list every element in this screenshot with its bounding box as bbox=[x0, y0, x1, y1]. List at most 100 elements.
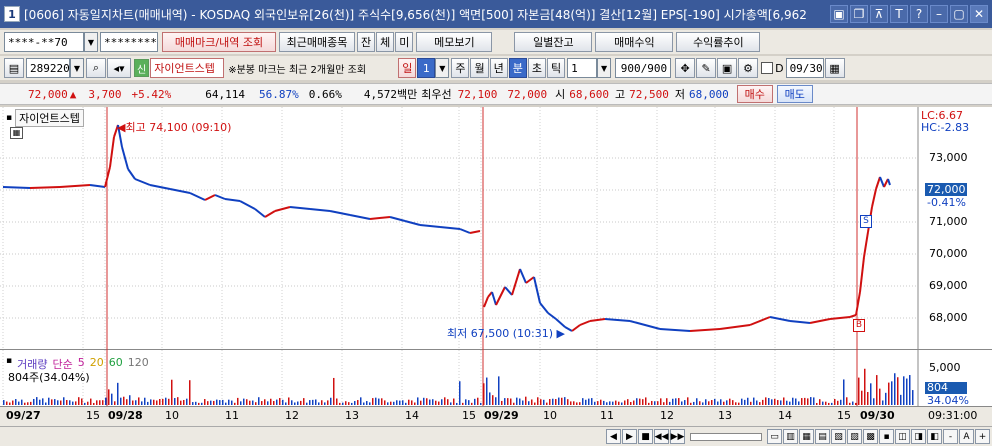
daily-balance-button[interactable]: 일별잔고 bbox=[514, 32, 593, 52]
return-trend-button[interactable]: 수익률추이 bbox=[676, 32, 761, 52]
minimize-icon[interactable]: – bbox=[930, 5, 948, 23]
filled-button[interactable]: 체 bbox=[376, 32, 395, 52]
balance-button[interactable]: 잔 bbox=[357, 32, 376, 52]
rewind-icon[interactable]: ◀◀ bbox=[654, 429, 669, 444]
volume-bar bbox=[543, 399, 545, 405]
period-minute-button[interactable]: 분 bbox=[508, 58, 527, 78]
text-icon[interactable]: T bbox=[890, 5, 908, 23]
forward-icon[interactable]: ▶▶ bbox=[670, 429, 685, 444]
view-3-icon[interactable]: ▦ bbox=[799, 429, 814, 444]
date-input[interactable]: 09/30 bbox=[785, 58, 824, 78]
account-input[interactable]: ****-**70 bbox=[4, 32, 84, 52]
draw-icon[interactable]: ✎ bbox=[696, 58, 717, 78]
volume-bar bbox=[519, 398, 521, 405]
unfilled-button[interactable]: 미 bbox=[395, 32, 414, 52]
period-number[interactable]: 1 bbox=[417, 58, 436, 78]
buy-button[interactable]: 매수 bbox=[736, 85, 773, 103]
view-5-icon[interactable]: ▧ bbox=[831, 429, 846, 444]
volume-bar bbox=[429, 399, 431, 405]
volume-bar bbox=[540, 399, 542, 405]
volume: 64,114 bbox=[205, 87, 245, 101]
scroll-track[interactable] bbox=[690, 432, 762, 441]
volume-bar bbox=[555, 399, 557, 405]
password-input[interactable]: ******** bbox=[100, 32, 158, 52]
sound-icon[interactable]: ◂▾ bbox=[107, 58, 131, 78]
settings-icon[interactable]: ⚙ bbox=[738, 58, 759, 78]
view-9-icon[interactable]: ◫ bbox=[895, 429, 910, 444]
screen-icon[interactable]: ▣ bbox=[830, 5, 848, 23]
stock-name[interactable]: 자이언트스텝 bbox=[150, 58, 225, 78]
prev-fast-icon[interactable]: ◀ bbox=[606, 429, 621, 444]
x-axis-label: 15 bbox=[837, 409, 851, 422]
volume-bar bbox=[237, 397, 239, 405]
high-price: 72,500 bbox=[629, 87, 669, 101]
view-11-icon[interactable]: ◧ bbox=[927, 429, 942, 444]
close-icon[interactable]: ✕ bbox=[970, 5, 988, 23]
help-icon[interactable]: ? bbox=[910, 5, 928, 23]
period-month-button[interactable]: 월 bbox=[470, 58, 489, 78]
view-2-icon[interactable]: ▥ bbox=[783, 429, 798, 444]
volume-bar bbox=[483, 383, 485, 405]
view-1-icon[interactable]: ▭ bbox=[767, 429, 782, 444]
vol-ma120: 120 bbox=[127, 356, 149, 369]
vol-current-pct: 34.04% bbox=[927, 394, 969, 407]
volume-bar bbox=[717, 401, 719, 405]
chart-area[interactable]: ▪ 자이언트스텝 ▦ ◀최고 74,100 (09:10) 최저 67,500 … bbox=[0, 107, 992, 426]
period-week-button[interactable]: 주 bbox=[451, 58, 470, 78]
volume-bar bbox=[156, 400, 158, 405]
legend-stock-name[interactable]: 자이언트스텝 bbox=[15, 109, 84, 127]
count-input[interactable]: 900/900 bbox=[615, 58, 672, 78]
low-price: 68,000 bbox=[688, 87, 729, 101]
font-size-button[interactable]: A bbox=[959, 429, 974, 444]
interval-dropdown[interactable]: ▼ bbox=[597, 58, 612, 78]
grid-toggle-icon[interactable]: ▦ bbox=[10, 127, 23, 139]
sell-marker[interactable]: S bbox=[860, 215, 872, 228]
maximize-icon[interactable]: ▢ bbox=[950, 5, 968, 23]
zoom-in-button[interactable]: + bbox=[975, 429, 990, 444]
interval-input[interactable]: 1 bbox=[567, 58, 598, 78]
period-day-button[interactable]: 일 bbox=[398, 58, 417, 78]
volume-bar bbox=[216, 399, 218, 405]
price-chart-svg[interactable] bbox=[0, 107, 992, 426]
volume-bar bbox=[345, 401, 347, 405]
memo-button[interactable]: 메모보기 bbox=[416, 32, 493, 52]
view-8-icon[interactable]: ▪ bbox=[879, 429, 894, 444]
recent-trades-button[interactable]: 최근매매종목 bbox=[279, 32, 355, 52]
period-tick-button[interactable]: 틱 bbox=[546, 58, 566, 78]
volume-bar bbox=[633, 400, 635, 405]
sell-button[interactable]: 매도 bbox=[776, 85, 813, 103]
zoom-out-button[interactable]: - bbox=[943, 429, 958, 444]
trade-mark-button[interactable]: 매매마크/내역 조회 bbox=[162, 32, 276, 52]
buy-marker[interactable]: B bbox=[853, 319, 865, 332]
period-year-button[interactable]: 년 bbox=[489, 58, 508, 78]
copy-icon[interactable]: ❐ bbox=[850, 5, 868, 23]
stop-icon[interactable]: ■ bbox=[638, 429, 653, 444]
period-dropdown[interactable]: ▼ bbox=[435, 58, 450, 78]
volume-bar bbox=[657, 401, 659, 405]
volume-bar bbox=[807, 398, 809, 405]
save-icon[interactable]: ▣ bbox=[717, 58, 738, 78]
view-4-icon[interactable]: ▤ bbox=[815, 429, 830, 444]
view-7-icon[interactable]: ▩ bbox=[863, 429, 878, 444]
chart-menu-icon[interactable]: ▤ bbox=[4, 58, 24, 78]
volume-bar bbox=[606, 402, 608, 405]
search-icon[interactable]: ⌕ bbox=[86, 58, 106, 78]
tools-icon[interactable]: ✥ bbox=[675, 58, 696, 78]
volume-bar bbox=[735, 402, 737, 405]
volume-bar bbox=[66, 400, 68, 405]
volume-bar bbox=[327, 400, 329, 405]
volume-bar bbox=[201, 402, 203, 405]
trade-profit-button[interactable]: 매매수익 bbox=[595, 32, 674, 52]
period-second-button[interactable]: 초 bbox=[527, 58, 546, 78]
code-dropdown[interactable]: ▼ bbox=[70, 58, 84, 78]
volume-bar bbox=[774, 398, 776, 405]
calendar-icon[interactable]: ▦ bbox=[824, 58, 845, 78]
view-6-icon[interactable]: ▨ bbox=[847, 429, 862, 444]
account-dropdown[interactable]: ▼ bbox=[84, 32, 98, 52]
play-icon[interactable]: ▶ bbox=[622, 429, 637, 444]
price-tick: 69,000 bbox=[929, 279, 968, 292]
date-checkbox[interactable] bbox=[761, 62, 774, 74]
stock-code-input[interactable]: 289220 bbox=[26, 58, 70, 78]
view-10-icon[interactable]: ◨ bbox=[911, 429, 926, 444]
pin-icon[interactable]: ⊼ bbox=[870, 5, 888, 23]
